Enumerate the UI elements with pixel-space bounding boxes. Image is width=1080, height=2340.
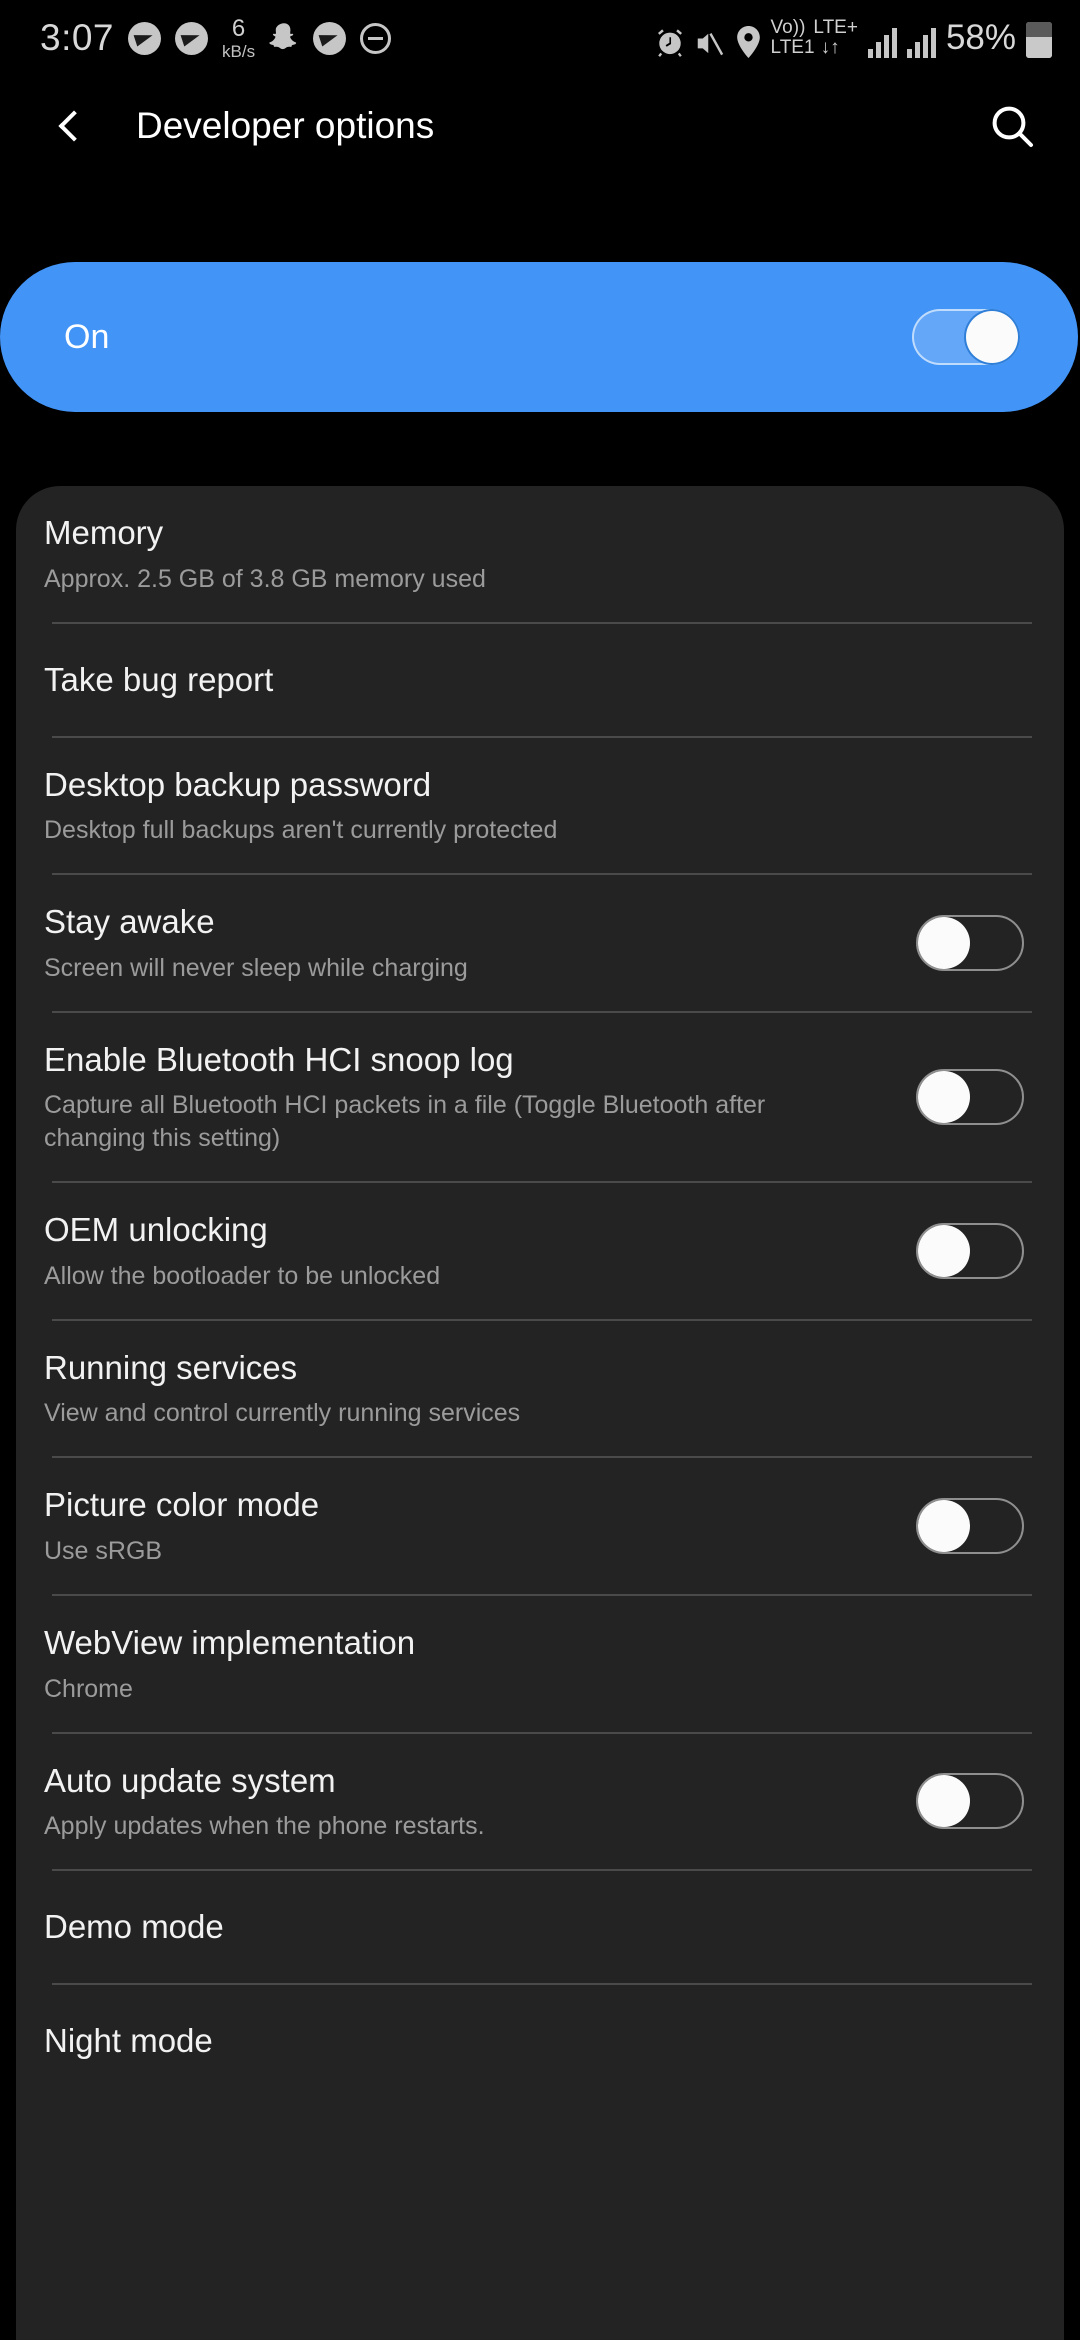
- settings-row[interactable]: WebView implementation Chrome: [16, 1596, 1064, 1732]
- signal-bars-sim2-icon: [906, 28, 936, 58]
- settings-row[interactable]: Memory Approx. 2.5 GB of 3.8 GB memory us…: [16, 486, 1064, 622]
- data-arrows-icon: ↓↑: [820, 37, 840, 59]
- settings-row-title: Auto update system: [44, 1761, 336, 1799]
- settings-row[interactable]: Stay awake Screen will never sleep while …: [16, 875, 1064, 1011]
- page-title: Developer options: [136, 105, 435, 146]
- alarm-icon: [656, 28, 684, 58]
- settings-row-text: Take bug report: [44, 633, 273, 727]
- toggle-knob: [918, 1071, 970, 1124]
- settings-row-title: WebView implementation: [44, 1624, 416, 1662]
- settings-row[interactable]: OEM unlocking Allow the bootloader to be …: [16, 1183, 1064, 1319]
- settings-row-subtitle: Use sRGB: [44, 1537, 163, 1566]
- settings-row[interactable]: Take bug report: [16, 624, 1064, 736]
- settings-row-subtitle: Desktop full backups aren't currently pr…: [44, 816, 558, 845]
- settings-row-title: Take bug report: [44, 660, 274, 698]
- settings-row-text: Picture color mode Use sRGB: [44, 1458, 319, 1594]
- settings-row-title: Picture color mode: [44, 1486, 320, 1524]
- toggle-knob: [966, 311, 1018, 363]
- settings-row-title: Desktop backup password: [44, 765, 432, 803]
- settings-row[interactable]: Desktop backup password Desktop full back…: [16, 738, 1064, 874]
- settings-row-title: Running services: [44, 1348, 298, 1386]
- settings-row[interactable]: Running services View and control current…: [16, 1321, 1064, 1457]
- settings-row-title: Stay awake: [44, 903, 215, 941]
- settings-row-subtitle: Approx. 2.5 GB of 3.8 GB memory used: [44, 564, 486, 593]
- telegram-icon: [175, 21, 209, 55]
- battery-icon: [1026, 22, 1052, 58]
- settings-row[interactable]: Night mode: [16, 1985, 1064, 2097]
- settings-row-subtitle: Screen will never sleep while charging: [44, 953, 468, 982]
- settings-row-subtitle: Capture all Bluetooth HCI packets in a f…: [44, 1091, 766, 1153]
- settings-row-subtitle: Chrome: [44, 1674, 133, 1703]
- status-bar-clock: 3:07: [40, 17, 115, 58]
- toggle-knob: [918, 1500, 970, 1553]
- mute-icon: [694, 30, 726, 58]
- master-switch-toggle[interactable]: [912, 309, 1020, 365]
- app-bar: Developer options: [0, 76, 1080, 176]
- settings-row-text: Night mode: [44, 1994, 213, 2088]
- settings-row-title: OEM unlocking: [44, 1211, 268, 1249]
- settings-row-title: Demo mode: [44, 1908, 224, 1946]
- settings-row[interactable]: Enable Bluetooth HCI snoop log Capture al…: [16, 1013, 1064, 1182]
- network-speed-indicator: 6 kB/s: [222, 14, 256, 61]
- network-speed-unit: kB/s: [222, 41, 256, 61]
- master-switch-label: On: [64, 317, 110, 356]
- settings-row-subtitle: View and control currently running servi…: [44, 1399, 521, 1428]
- toggle-knob: [918, 916, 970, 969]
- search-icon: [992, 106, 1033, 147]
- settings-row-text: Memory Approx. 2.5 GB of 3.8 GB memory us…: [44, 486, 486, 622]
- settings-row-text: WebView implementation Chrome: [44, 1596, 415, 1732]
- settings-row-text: Demo mode: [44, 1880, 224, 1974]
- settings-row-title: Enable Bluetooth HCI snoop log: [44, 1040, 514, 1078]
- phone-screen: 3:07 6 kB/s Vo)) LTE+ LTE1 ↓↑ 58% Develo…: [0, 0, 1080, 2340]
- settings-row[interactable]: Auto update system Apply updates when the…: [16, 1734, 1064, 1870]
- location-icon: [736, 26, 761, 58]
- settings-row-toggle[interactable]: [916, 1773, 1024, 1830]
- snapchat-icon: [269, 22, 299, 54]
- settings-row-text: Enable Bluetooth HCI snoop log Capture al…: [44, 1013, 834, 1182]
- settings-row-subtitle: Allow the bootloader to be unlocked: [44, 1261, 441, 1290]
- volte-sim-label: LTE1: [770, 37, 815, 59]
- settings-row-title: Night mode: [44, 2022, 213, 2060]
- volte-indicator: Vo)) LTE+ LTE1 ↓↑: [771, 18, 858, 58]
- settings-row-title: Memory: [44, 514, 164, 551]
- settings-row-toggle[interactable]: [916, 1498, 1024, 1555]
- back-chevron-icon: [58, 110, 90, 142]
- status-bar: 3:07 6 kB/s Vo)) LTE+ LTE1 ↓↑ 58%: [0, 0, 1080, 76]
- settings-row-text: OEM unlocking Allow the bootloader to be …: [44, 1183, 440, 1319]
- signal-bars-sim1-icon: [867, 28, 897, 58]
- settings-row-toggle[interactable]: [916, 1223, 1024, 1280]
- battery-percentage: 58%: [945, 18, 1016, 57]
- settings-row-text: Stay awake Screen will never sleep while …: [44, 875, 468, 1011]
- telegram-icon: [313, 21, 347, 55]
- settings-row-toggle[interactable]: [916, 1069, 1024, 1126]
- settings-row-subtitle: Apply updates when the phone restarts.: [44, 1812, 485, 1841]
- volte-label: Vo)): [770, 17, 806, 39]
- settings-row[interactable]: Demo mode: [16, 1871, 1064, 1983]
- do-not-disturb-icon: [360, 22, 392, 54]
- developer-options-master-switch-banner[interactable]: On: [0, 262, 1078, 412]
- toggle-knob: [918, 1225, 970, 1278]
- network-type-label: LTE+: [813, 17, 858, 39]
- settings-row[interactable]: Picture color mode Use sRGB: [16, 1458, 1064, 1594]
- settings-list: Memory Approx. 2.5 GB of 3.8 GB memory us…: [16, 486, 1064, 2340]
- settings-row-text: Running services View and control current…: [44, 1321, 520, 1457]
- settings-row-text: Desktop backup password Desktop full back…: [44, 738, 557, 874]
- settings-row-text: Auto update system Apply updates when the…: [44, 1734, 485, 1870]
- settings-row-toggle[interactable]: [916, 914, 1024, 971]
- network-speed-value: 6: [231, 14, 246, 42]
- search-button[interactable]: [984, 98, 1040, 154]
- back-button[interactable]: [44, 99, 98, 153]
- telegram-icon: [128, 21, 162, 55]
- status-bar-right: Vo)) LTE+ LTE1 ↓↑ 58%: [656, 18, 1052, 58]
- status-bar-left: 3:07 6 kB/s: [40, 14, 392, 61]
